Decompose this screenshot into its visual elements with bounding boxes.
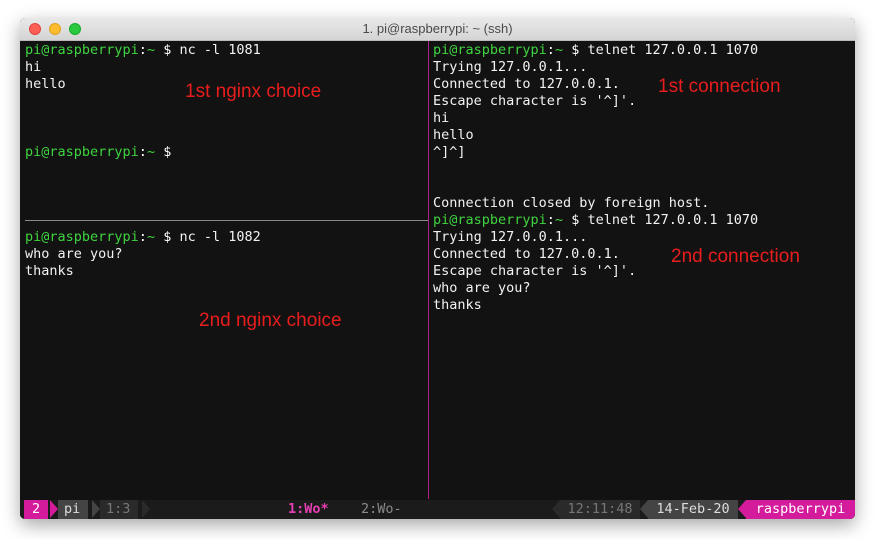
- shell-prompt-line: pi@raspberrypi:~ $ nc -l 1081: [25, 42, 428, 59]
- terminal-window: 1. pi@raspberrypi: ~ (ssh) pi@raspberryp…: [20, 18, 855, 519]
- terminal-output-line: Trying 127.0.0.1...: [433, 59, 588, 75]
- annotation-first-connection: 1st connection: [658, 76, 781, 97]
- status-separator-arrow: [92, 500, 100, 518]
- prompt-separator: :: [546, 212, 555, 228]
- status-separator-arrow: [552, 500, 560, 518]
- prompt-path: ~: [146, 229, 156, 245]
- terminal-output-line: thanks: [433, 297, 482, 313]
- prompt-path: ~: [554, 42, 564, 58]
- tmux-window-tab-active[interactable]: 1:Wo*: [288, 500, 329, 519]
- prompt-username: pi@raspberrypi: [433, 212, 547, 228]
- terminal-output-line: Connection closed by foreign host.: [433, 195, 710, 211]
- prompt-path: ~: [146, 144, 156, 160]
- prompt-symbol: $: [155, 229, 180, 245]
- shell-prompt-line: pi@raspberrypi:~ $: [25, 144, 428, 161]
- status-hostname: raspberrypi: [746, 500, 855, 519]
- prompt-separator: :: [138, 229, 147, 245]
- prompt-separator: :: [138, 144, 147, 160]
- status-session-index: 2: [24, 500, 49, 519]
- tmux-pane-bottom-left[interactable]: pi@raspberrypi:~ $ nc -l 1082 who are you…: [25, 229, 428, 499]
- tmux-window-tab[interactable]: 2:Wo-: [361, 500, 402, 519]
- annotation-first-nginx-choice: 1st nginx choice: [185, 81, 322, 102]
- title-bar: 1. pi@raspberrypi: ~ (ssh): [20, 18, 855, 41]
- status-separator-arrow: [738, 500, 746, 518]
- prompt-username: pi@raspberrypi: [25, 42, 139, 58]
- prompt-symbol: $: [563, 212, 588, 228]
- annotation-second-connection: 2nd connection: [671, 246, 800, 267]
- prompt-username: pi@raspberrypi: [25, 229, 139, 245]
- status-time: 12:11:48: [560, 500, 640, 519]
- status-separator-arrow: [50, 500, 58, 518]
- prompt-username: pi@raspberrypi: [25, 144, 139, 160]
- command-text: nc -l 1082: [179, 229, 261, 245]
- terminal-output-line: ^]^]: [433, 144, 466, 160]
- window-title: 1. pi@raspberrypi: ~ (ssh): [362, 21, 513, 36]
- prompt-symbol: $: [563, 42, 588, 58]
- prompt-path: ~: [554, 212, 564, 228]
- terminal-output-line: who are you?: [25, 246, 123, 262]
- terminal-output-line: thanks: [25, 263, 74, 279]
- status-session-name: pi: [58, 500, 89, 519]
- shell-prompt-line: pi@raspberrypi:~ $ nc -l 1082: [25, 229, 428, 246]
- prompt-symbol: $: [155, 144, 180, 160]
- terminal-output-line: who are you?: [433, 280, 531, 296]
- command-text: telnet 127.0.0.1 1070: [587, 42, 759, 58]
- tmux-status-bar: 2 pi 1:3 1:Wo* 2:Wo- 12:11:48 14-Feb-20 …: [20, 500, 855, 519]
- prompt-symbol: $: [155, 42, 180, 58]
- terminal-output-line: hi: [433, 110, 450, 126]
- command-text: telnet 127.0.0.1 1070: [587, 212, 759, 228]
- pane-divider-vertical: [428, 41, 429, 499]
- terminal-output-line: Escape character is '^]'.: [433, 93, 637, 109]
- tmux-pane-top-left[interactable]: pi@raspberrypi:~ $ nc -l 1081 hi hello pi@r…: [25, 42, 428, 220]
- prompt-username: pi@raspberrypi: [433, 42, 547, 58]
- tmux-pane-right[interactable]: pi@raspberrypi:~ $ telnet 127.0.0.1 1070…: [433, 42, 855, 499]
- annotation-second-nginx-choice: 2nd nginx choice: [199, 310, 342, 331]
- status-separator-arrow: [640, 500, 648, 518]
- prompt-separator: :: [546, 42, 555, 58]
- prompt-path: ~: [146, 42, 156, 58]
- shell-prompt-line: pi@raspberrypi:~ $ telnet 127.0.0.1 1070: [433, 42, 855, 59]
- shell-prompt-line: pi@raspberrypi:~ $ telnet 127.0.0.1 1070: [433, 212, 855, 229]
- command-text: nc -l 1081: [179, 42, 261, 58]
- pane-divider-horizontal: [25, 220, 428, 221]
- status-separator-arrow: [142, 500, 150, 518]
- terminal-output-line: Connected to 127.0.0.1.: [433, 76, 620, 92]
- status-date: 14-Feb-20: [648, 500, 738, 519]
- terminal-output-line: Trying 127.0.0.1...: [433, 229, 588, 245]
- status-pane-position: 1:3: [100, 500, 139, 519]
- terminal-output-line: hi: [25, 59, 42, 75]
- prompt-separator: :: [138, 42, 147, 58]
- terminal-output-line: hello: [433, 127, 474, 143]
